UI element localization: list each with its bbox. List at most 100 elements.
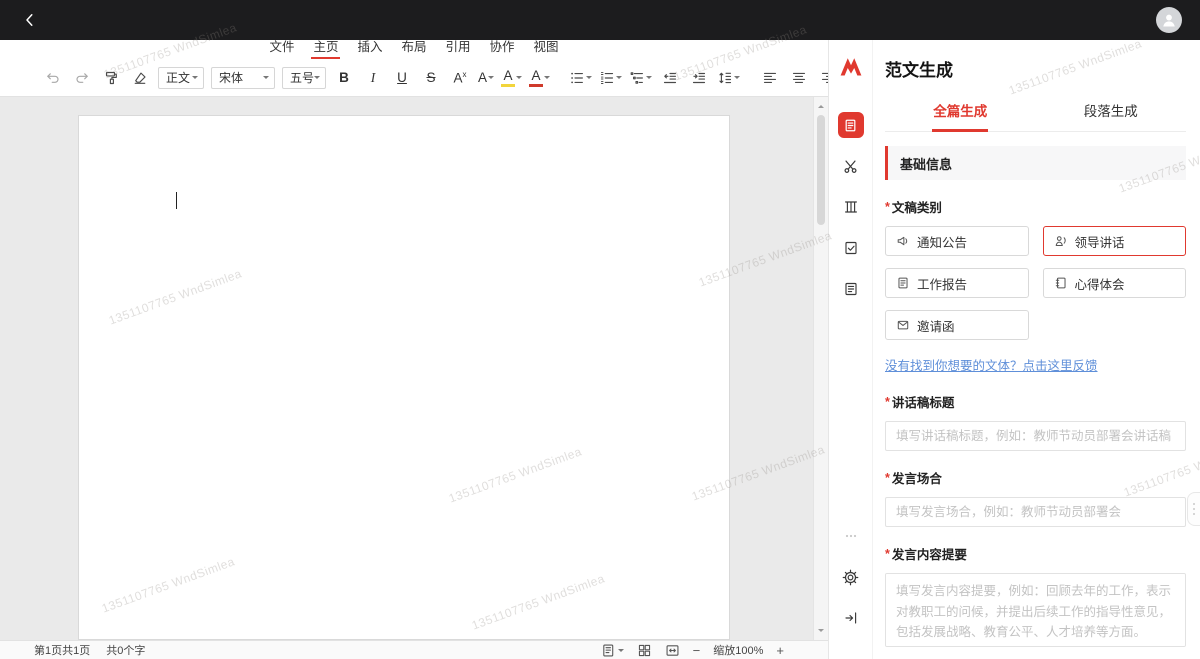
fit-width-button[interactable] xyxy=(665,643,680,658)
menu-tab-view[interactable]: 视图 xyxy=(532,36,561,59)
italic-button[interactable]: I xyxy=(362,67,384,89)
zoom-level[interactable]: 缩放100% xyxy=(713,642,763,658)
undo-button[interactable] xyxy=(42,67,64,89)
chevron-down-icon xyxy=(618,649,624,655)
required-asterisk: * xyxy=(885,200,890,214)
highlight-color-swatch xyxy=(501,84,515,87)
document-icon xyxy=(843,118,858,133)
required-asterisk: * xyxy=(885,395,890,409)
category-invitation-button[interactable]: 邀请函 xyxy=(885,310,1029,340)
align-left-button[interactable] xyxy=(759,67,781,89)
menu-tab-collaborate[interactable]: 协作 xyxy=(488,36,517,59)
tab-full-generation[interactable]: 全篇生成 xyxy=(885,91,1036,131)
line-spacing-button[interactable] xyxy=(717,70,740,86)
menu-tab-insert[interactable]: 插入 xyxy=(355,36,384,59)
speech-occasion-input[interactable] xyxy=(885,497,1186,527)
align-center-button[interactable] xyxy=(788,67,810,89)
category-work-report-button[interactable]: 工作报告 xyxy=(885,268,1029,298)
bullet-list-button[interactable] xyxy=(569,70,592,86)
font-family-select[interactable]: 宋体 xyxy=(211,67,275,89)
panel-drag-handle[interactable] xyxy=(1187,492,1200,526)
ai-writing-panel: 范文生成 全篇生成 段落生成 基础信息 * 文稿类别 通知公告 xyxy=(828,40,1200,659)
format-painter-button[interactable] xyxy=(100,67,122,89)
zoom-in-button[interactable]: + xyxy=(776,644,784,657)
menu-tab-file[interactable]: 文件 xyxy=(267,36,296,59)
numbered-list-button[interactable] xyxy=(599,70,622,86)
text-effects-button[interactable]: A xyxy=(478,71,494,85)
scroll-up-icon[interactable] xyxy=(818,102,824,108)
multilevel-list-button[interactable] xyxy=(629,70,652,86)
zoom-out-button[interactable]: − xyxy=(693,644,701,657)
handle-dot xyxy=(1193,513,1196,516)
font-size-value: 五号 xyxy=(290,69,314,86)
bold-button[interactable]: B xyxy=(333,67,355,89)
tab-paragraph-generation[interactable]: 段落生成 xyxy=(1036,91,1187,131)
speech-summary-textarea[interactable] xyxy=(885,573,1186,647)
clear-format-button[interactable] xyxy=(129,67,151,89)
formatting-toolbar: 正文 宋体 五号 B I U S Ax A xyxy=(0,59,828,97)
user-avatar[interactable] xyxy=(1156,7,1182,33)
panel-title: 范文生成 xyxy=(885,56,1186,81)
page-indicator: 第1页共1页 xyxy=(34,642,90,658)
section-basic-info: 基础信息 xyxy=(885,146,1186,180)
rail-item-library[interactable] xyxy=(839,195,863,219)
panel-content: 范文生成 全篇生成 段落生成 基础信息 * 文稿类别 通知公告 xyxy=(873,40,1200,659)
paragraph-style-value: 正文 xyxy=(166,69,190,86)
chevron-down-icon xyxy=(616,76,622,82)
rail-item-collapse[interactable] xyxy=(839,606,863,630)
chevron-down-icon xyxy=(263,76,269,82)
font-color-swatch xyxy=(529,84,543,87)
scroll-down-icon[interactable] xyxy=(818,629,824,635)
strikethrough-button[interactable]: S xyxy=(420,67,442,89)
redo-button[interactable] xyxy=(71,67,93,89)
multi-page-view-button[interactable] xyxy=(637,643,652,658)
redo-icon xyxy=(74,70,90,86)
rail-item-clip-tools[interactable] xyxy=(839,154,863,178)
chevron-left-icon xyxy=(22,12,38,28)
chevron-down-icon xyxy=(488,76,494,82)
superscript-button[interactable]: Ax xyxy=(449,67,471,89)
highlight-color-button[interactable]: A xyxy=(501,69,522,87)
back-button[interactable] xyxy=(18,8,42,32)
menu-tab-home[interactable]: 主页 xyxy=(311,36,340,59)
decrease-indent-button[interactable] xyxy=(659,67,681,89)
increase-indent-button[interactable] xyxy=(688,67,710,89)
collapse-panel-icon xyxy=(843,610,859,626)
category-leader-speech-button[interactable]: 领导讲话 xyxy=(1043,226,1187,256)
eraser-icon xyxy=(132,70,148,86)
category-options: 通知公告 领导讲话 工作报告 心得体会 xyxy=(885,226,1186,340)
scrollbar-thumb[interactable] xyxy=(817,115,825,225)
handle-dot xyxy=(1193,508,1196,511)
paragraph-style-select[interactable]: 正文 xyxy=(158,67,204,89)
document-page[interactable] xyxy=(78,115,730,640)
rail-item-more[interactable] xyxy=(839,524,863,548)
bookshelf-icon xyxy=(843,199,859,215)
feedback-link[interactable]: 没有找到你想要的文体？点击这里反馈 xyxy=(885,355,1098,374)
vertical-scrollbar[interactable] xyxy=(813,97,828,640)
fit-width-icon xyxy=(665,643,680,658)
font-size-select[interactable]: 五号 xyxy=(282,67,326,89)
category-notice-button[interactable]: 通知公告 xyxy=(885,226,1029,256)
scissors-icon xyxy=(842,158,859,175)
report-doc-icon xyxy=(896,276,910,290)
rail-item-proofread[interactable] xyxy=(839,236,863,260)
menu-tab-references[interactable]: 引用 xyxy=(444,36,473,59)
rail-item-essay-generation[interactable] xyxy=(838,112,864,138)
ribbon-menu: 文件 主页 插入 布局 引用 协作 视图 xyxy=(0,40,828,59)
rail-item-settings[interactable] xyxy=(839,565,863,589)
bullet-list-icon xyxy=(569,70,585,86)
category-experience-button[interactable]: 心得体会 xyxy=(1043,268,1187,298)
font-color-button[interactable]: A xyxy=(529,69,550,87)
checklist-icon xyxy=(843,240,859,256)
speech-title-input[interactable] xyxy=(885,421,1186,451)
page-view-button[interactable] xyxy=(601,643,624,658)
word-count: 共0个字 xyxy=(106,642,145,658)
section-basic-info-label: 基础信息 xyxy=(900,154,952,173)
underline-button[interactable]: U xyxy=(391,67,413,89)
panel-tabs: 全篇生成 段落生成 xyxy=(885,91,1186,132)
menu-tab-layout[interactable]: 布局 xyxy=(399,36,428,59)
rail-item-templates[interactable] xyxy=(839,277,863,301)
category-label: * 文稿类别 xyxy=(885,197,1186,216)
outdent-icon xyxy=(662,70,678,86)
status-bar: 第1页共1页 共0个字 − 缩放100% + xyxy=(0,640,828,659)
